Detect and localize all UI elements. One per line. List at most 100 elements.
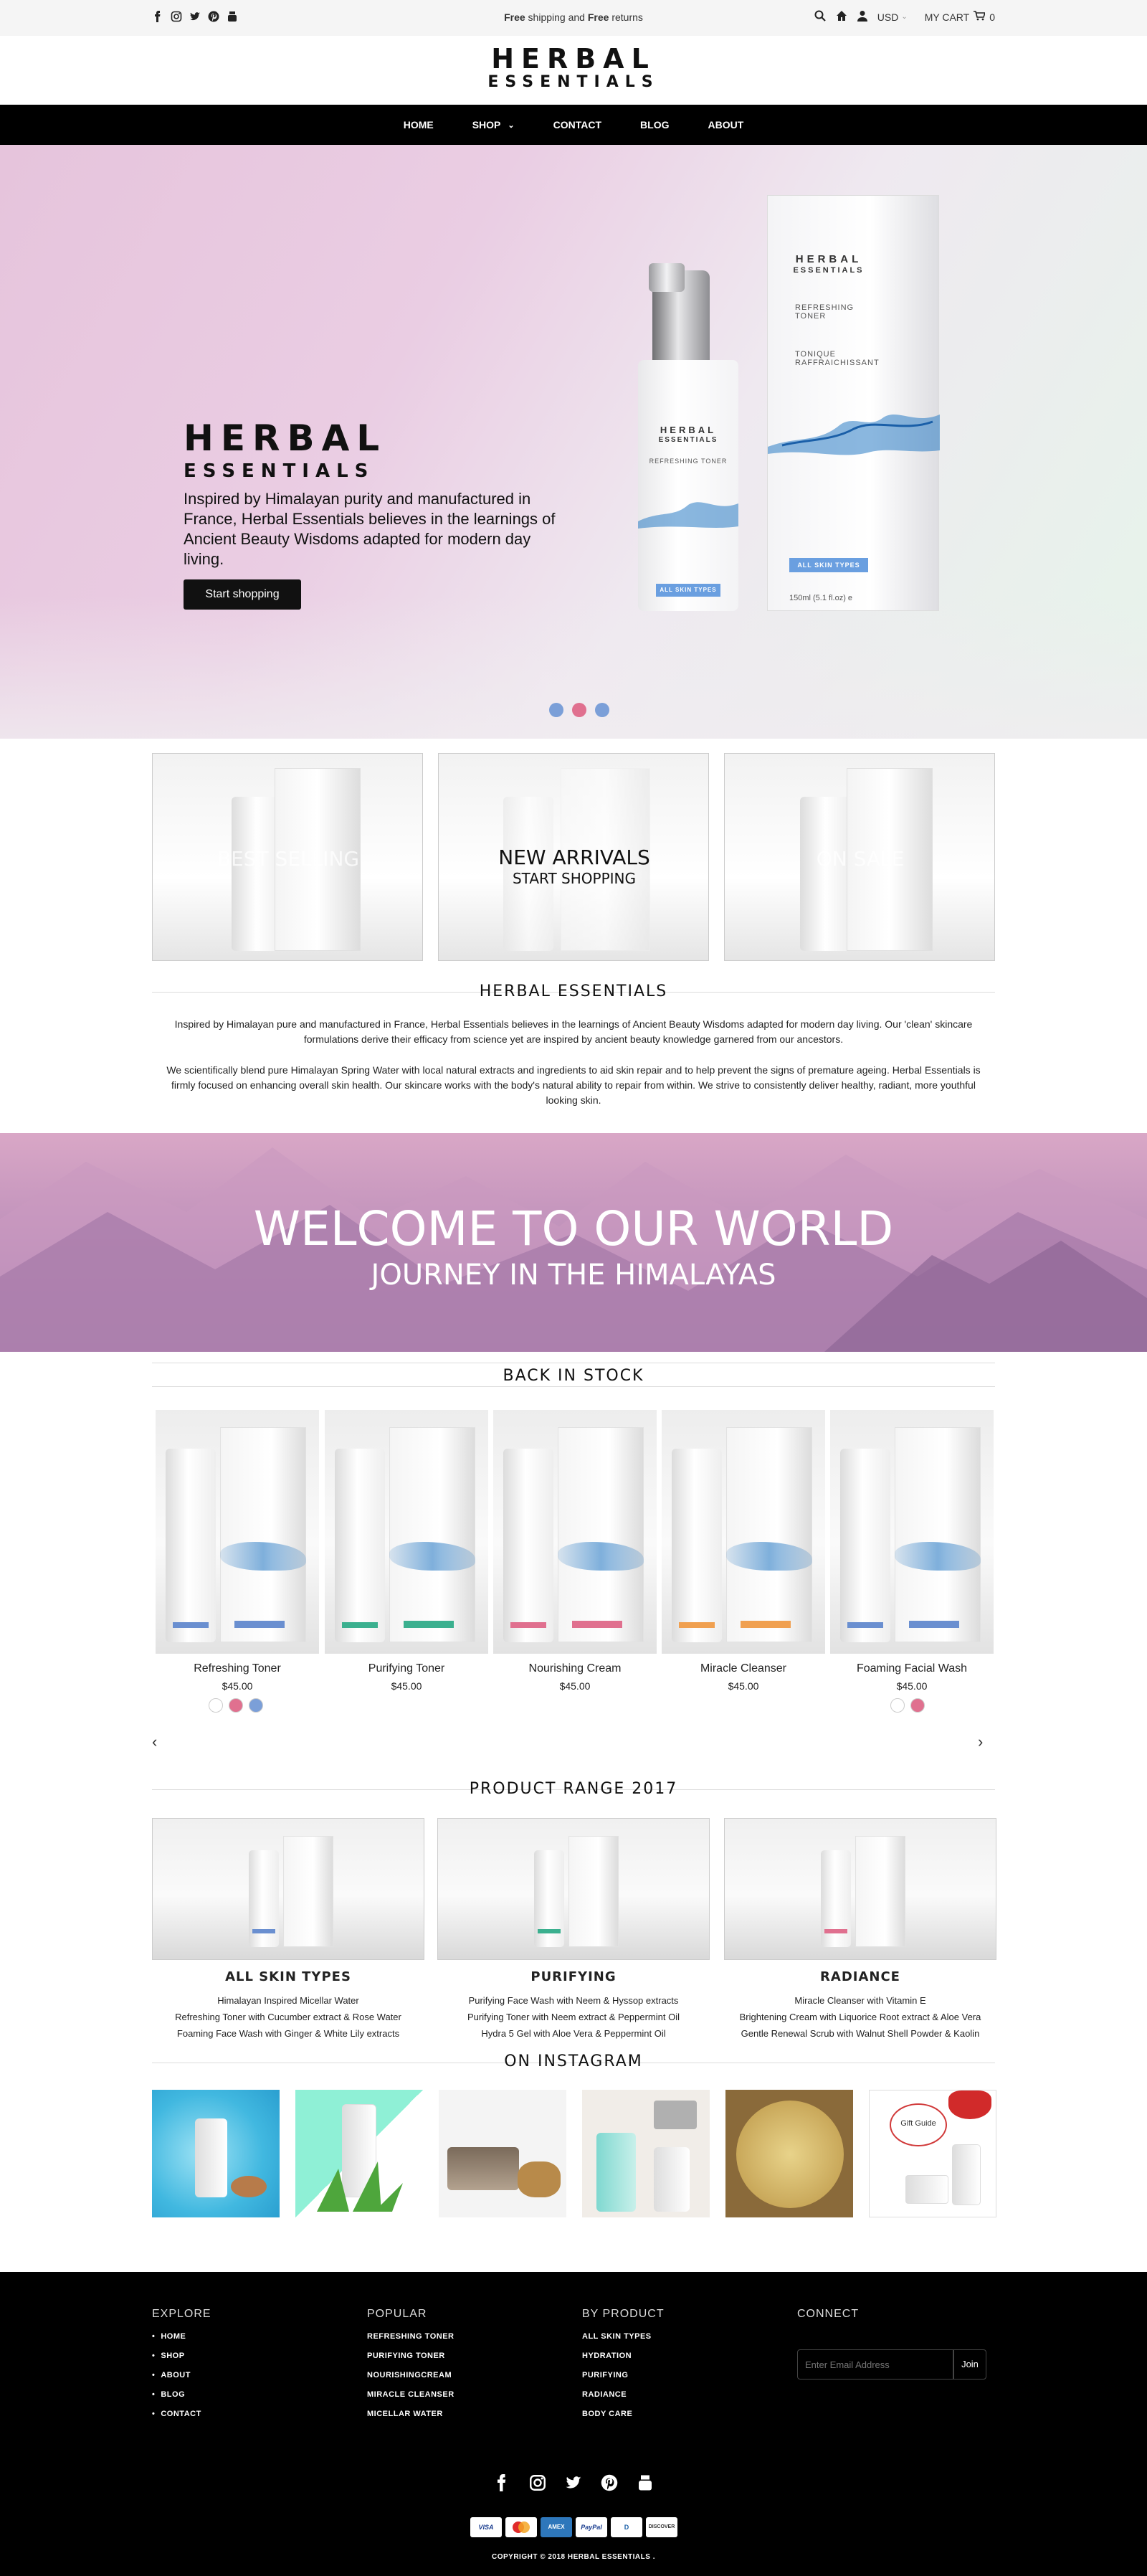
instagram-post[interactable] — [439, 2090, 566, 2217]
product-box — [895, 1427, 981, 1642]
currency-value: USD — [877, 11, 899, 23]
instagram-post[interactable] — [725, 2090, 853, 2217]
range-box — [283, 1836, 333, 1947]
slider-dot-2[interactable] — [572, 703, 586, 717]
color-swatch-pink[interactable] — [910, 1698, 925, 1713]
promo-text-2: returns — [609, 11, 643, 23]
twitter-icon[interactable] — [565, 2474, 582, 2495]
range-description: Miracle Cleanser with Vitamin E Brighten… — [724, 1992, 996, 2042]
color-swatch-white[interactable] — [890, 1698, 905, 1713]
carousel-next-icon[interactable]: › — [978, 1733, 983, 1751]
back-in-stock-title: BACK IN STOCK — [503, 1367, 644, 1385]
discover-icon: DISCOVER — [646, 2517, 677, 2537]
footer-link-hydration[interactable]: HYDRATION — [582, 2352, 632, 2360]
cart-link[interactable]: MY CART 0 — [925, 11, 995, 23]
tile-label: NEW ARRIVALS — [498, 846, 650, 869]
post-jar — [654, 2101, 697, 2129]
chevron-down-icon: ⌄ — [508, 120, 515, 130]
box-brand-2: ESSENTIALS — [793, 266, 865, 275]
tile-label: ON SALE — [816, 847, 905, 871]
tile-new-arrivals[interactable]: NEW ARRIVALS START SHOPPING — [438, 753, 709, 961]
footer-link-refreshing-toner[interactable]: REFRESHING TONER — [367, 2332, 454, 2341]
range-title: PURIFYING — [530, 1969, 617, 1984]
product-name[interactable]: Foaming Facial Wash — [830, 1662, 994, 1675]
footer-link-contact[interactable]: CONTACT — [152, 2410, 201, 2418]
home-icon[interactable] — [836, 10, 847, 24]
product-name[interactable]: Nourishing Cream — [493, 1662, 657, 1675]
product-bottle — [166, 1449, 216, 1642]
color-swatch-blue[interactable] — [249, 1698, 263, 1713]
main-nav: HOME SHOP ⌄ CONTACT BLOG ABOUT — [0, 105, 1147, 145]
range-description: Purifying Face Wash with Neem & Hyssop e… — [437, 1992, 710, 2042]
nav-item-contact[interactable]: CONTACT — [553, 119, 601, 131]
footer-link-miracle-cleanser[interactable]: MIRACLE CLEANSER — [367, 2390, 454, 2399]
cart-count: 0 — [989, 11, 995, 23]
pinterest-icon[interactable] — [601, 2474, 618, 2495]
nav-item-about[interactable]: ABOUT — [708, 119, 743, 131]
instagram-icon[interactable] — [529, 2474, 546, 2495]
product-name[interactable]: Refreshing Toner — [156, 1662, 319, 1675]
nav-item-shop[interactable]: SHOP ⌄ — [472, 119, 515, 131]
footer-link-nourishing-cream[interactable]: NOURISHINGCREAM — [367, 2371, 452, 2380]
currency-selector[interactable]: USD ⌄ — [877, 11, 908, 23]
tile-on-sale[interactable]: ON SALE — [724, 753, 995, 961]
newsletter-email-input[interactable] — [797, 2349, 953, 2380]
post-walnuts — [518, 2161, 561, 2197]
nav-item-blog[interactable]: BLOG — [640, 119, 669, 131]
range-line: Miracle Cleanser with Vitamin E — [794, 1995, 926, 2006]
footer-link-purifying-toner[interactable]: PURIFYING TONER — [367, 2352, 445, 2360]
start-shopping-button[interactable]: Start shopping — [184, 579, 301, 610]
nav-item-home[interactable]: HOME — [404, 119, 434, 131]
box-skin-tag: ALL SKIN TYPES — [789, 558, 868, 572]
carousel-prev-icon[interactable]: ‹ — [152, 1733, 157, 1751]
facebook-icon[interactable] — [493, 2474, 510, 2495]
hero-bottle: HERBAL ESSENTIALS REFRESHING TONER ALL S… — [638, 360, 738, 611]
diners-icon: D — [611, 2517, 642, 2537]
hero-text: Inspired by Himalayan purity and manufac… — [184, 490, 556, 568]
nav-item-shop-label: SHOP — [472, 119, 501, 131]
logo-line-1: HERBAL — [491, 43, 656, 75]
color-swatch-pink[interactable] — [229, 1698, 243, 1713]
footer-link-purifying[interactable]: PURIFYING — [582, 2371, 628, 2380]
product-tag — [572, 1621, 622, 1628]
footer-link-body-care[interactable]: BODY CARE — [582, 2410, 632, 2418]
range-line: Purifying Face Wash with Neem & Hyssop e… — [468, 1995, 679, 2006]
hero-bottle-cap — [649, 263, 685, 292]
footer-link-blog[interactable]: BLOG — [152, 2390, 185, 2399]
tile-best-selling[interactable]: BEST SELLING — [152, 753, 423, 961]
product-bottle — [335, 1449, 385, 1642]
slider-dot-1[interactable] — [549, 703, 563, 717]
post-bottle — [596, 2133, 636, 2212]
instagram-post[interactable]: Gift Guide — [869, 2090, 996, 2217]
footer-link-about[interactable]: ABOUT — [152, 2371, 191, 2380]
range-tag — [252, 1929, 275, 1933]
instagram-post[interactable] — [295, 2090, 423, 2217]
footer-link-home[interactable]: HOME — [152, 2332, 186, 2341]
footer-link-micellar-water[interactable]: MICELLAR WATER — [367, 2410, 443, 2418]
bottle-splash — [638, 489, 738, 532]
search-icon[interactable] — [814, 10, 826, 24]
newsletter-join-button[interactable]: Join — [953, 2349, 986, 2380]
footer-link-all-skin-types[interactable]: ALL SKIN TYPES — [582, 2332, 652, 2341]
footer-link-radiance[interactable]: RADIANCE — [582, 2390, 627, 2399]
slider-dot-3[interactable] — [595, 703, 609, 717]
user-icon[interactable] — [857, 10, 867, 24]
youtube-icon[interactable] — [637, 2474, 654, 2495]
product-name[interactable]: Purifying Toner — [325, 1662, 488, 1675]
color-swatch-white[interactable] — [209, 1698, 223, 1713]
product-name[interactable]: Miracle Cleanser — [662, 1662, 825, 1675]
range-line: Refreshing Toner with Cucumber extract &… — [175, 2012, 401, 2022]
footer-link-shop[interactable]: SHOP — [152, 2352, 185, 2360]
footer-connect-title: CONNECT — [797, 2308, 860, 2320]
tile-sublabel: START SHOPPING — [512, 870, 636, 887]
range-box — [568, 1836, 619, 1947]
site-logo[interactable]: HERBAL ESSENTIALS — [0, 36, 1147, 105]
box-brand-1: HERBAL — [795, 253, 862, 265]
range-tag — [538, 1929, 561, 1933]
instagram-post[interactable] — [152, 2090, 280, 2217]
post-aloe — [310, 2154, 410, 2212]
bottle-brand-1: HERBAL — [660, 425, 717, 435]
product-price: $45.00 — [896, 1680, 928, 1692]
cart-label: MY CART — [924, 11, 970, 23]
instagram-post[interactable] — [582, 2090, 710, 2217]
